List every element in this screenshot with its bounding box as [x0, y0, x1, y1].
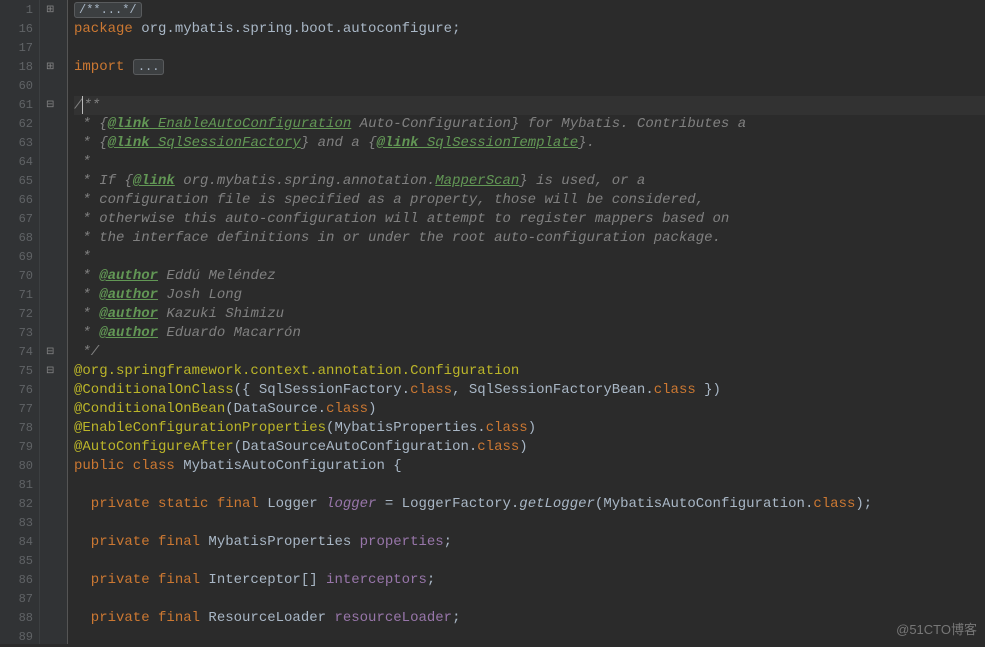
- code-line: [74, 552, 985, 571]
- line-number: 74: [0, 343, 39, 362]
- line-number: 67: [0, 210, 39, 229]
- code-line: private static final Logger logger = Log…: [74, 495, 985, 514]
- code-line: * @author Josh Long: [74, 286, 985, 305]
- code-line: package org.mybatis.spring.boot.autoconf…: [74, 20, 985, 39]
- code-line: * @author Eduardo Macarrón: [74, 324, 985, 343]
- code-line: * {@link SqlSessionFactory} and a {@link…: [74, 134, 985, 153]
- line-number: 75: [0, 362, 39, 381]
- code-line: private final ResourceLoader resourceLoa…: [74, 609, 985, 628]
- line-number: 78: [0, 419, 39, 438]
- line-number: 70: [0, 267, 39, 286]
- code-line: import ...: [74, 58, 985, 77]
- code-line: @EnableConfigurationProperties(MybatisPr…: [74, 419, 985, 438]
- fold-toggle-icon[interactable]: ⊟: [46, 365, 54, 377]
- code-line: public class MybatisAutoConfiguration {: [74, 457, 985, 476]
- line-number: 16: [0, 20, 39, 39]
- line-number: 18: [0, 58, 39, 77]
- line-number: 76: [0, 381, 39, 400]
- line-number: 69: [0, 248, 39, 267]
- line-number: 64: [0, 153, 39, 172]
- fold-gutter[interactable]: ⊞ ⊞ ⊟ ⊟ ⊟: [40, 0, 68, 644]
- code-line: */: [74, 343, 985, 362]
- code-line: * configuration file is specified as a p…: [74, 191, 985, 210]
- code-line: @org.springframework.context.annotation.…: [74, 362, 985, 381]
- code-line: [74, 476, 985, 495]
- code-line: @ConditionalOnClass({ SqlSessionFactory.…: [74, 381, 985, 400]
- code-line: [74, 590, 985, 609]
- code-line-active: /**: [74, 96, 985, 115]
- code-line: [74, 77, 985, 96]
- line-number: 89: [0, 628, 39, 647]
- line-number: 68: [0, 229, 39, 248]
- code-line: @AutoConfigureAfter(DataSourceAutoConfig…: [74, 438, 985, 457]
- line-number-gutter: 1161718606162636465666768697071727374757…: [0, 0, 40, 644]
- line-number: 63: [0, 134, 39, 153]
- line-number: 79: [0, 438, 39, 457]
- folded-comment[interactable]: /**...*/: [74, 2, 142, 18]
- code-line: * @author Eddú Meléndez: [74, 267, 985, 286]
- fold-toggle-icon[interactable]: ⊞: [46, 4, 54, 16]
- line-number: 66: [0, 191, 39, 210]
- line-number: 83: [0, 514, 39, 533]
- line-number: 77: [0, 400, 39, 419]
- line-number: 61: [0, 96, 39, 115]
- code-line: [74, 514, 985, 533]
- line-number: 84: [0, 533, 39, 552]
- watermark-text: @51CTO博客: [896, 619, 977, 638]
- line-number: 88: [0, 609, 39, 628]
- code-line: * the interface definitions in or under …: [74, 229, 985, 248]
- line-number: 17: [0, 39, 39, 58]
- code-line: [74, 628, 985, 647]
- code-line: *: [74, 248, 985, 267]
- line-number: 1: [0, 1, 39, 20]
- code-editor[interactable]: 1161718606162636465666768697071727374757…: [0, 0, 985, 644]
- code-line: [74, 39, 985, 58]
- code-content[interactable]: /**...*/ package org.mybatis.spring.boot…: [68, 0, 985, 644]
- line-number: 81: [0, 476, 39, 495]
- code-line: /**...*/: [74, 1, 985, 20]
- line-number: 86: [0, 571, 39, 590]
- code-line: @ConditionalOnBean(DataSource.class): [74, 400, 985, 419]
- code-line: private final Interceptor[] interceptors…: [74, 571, 985, 590]
- fold-toggle-icon[interactable]: ⊟: [46, 99, 54, 111]
- folded-imports[interactable]: ...: [133, 59, 165, 75]
- line-number: 72: [0, 305, 39, 324]
- fold-toggle-icon[interactable]: ⊟: [46, 346, 54, 358]
- code-line: * {@link EnableAutoConfiguration Auto-Co…: [74, 115, 985, 134]
- line-number: 85: [0, 552, 39, 571]
- line-number: 71: [0, 286, 39, 305]
- line-number: 80: [0, 457, 39, 476]
- code-line: private final MybatisProperties properti…: [74, 533, 985, 552]
- line-number: 60: [0, 77, 39, 96]
- code-line: *: [74, 153, 985, 172]
- line-number: 62: [0, 115, 39, 134]
- code-line: * otherwise this auto-configuration will…: [74, 210, 985, 229]
- line-number: 87: [0, 590, 39, 609]
- line-number: 65: [0, 172, 39, 191]
- line-number: 73: [0, 324, 39, 343]
- line-number: 82: [0, 495, 39, 514]
- code-line: * If {@link org.mybatis.spring.annotatio…: [74, 172, 985, 191]
- fold-toggle-icon[interactable]: ⊞: [46, 61, 54, 73]
- code-line: * @author Kazuki Shimizu: [74, 305, 985, 324]
